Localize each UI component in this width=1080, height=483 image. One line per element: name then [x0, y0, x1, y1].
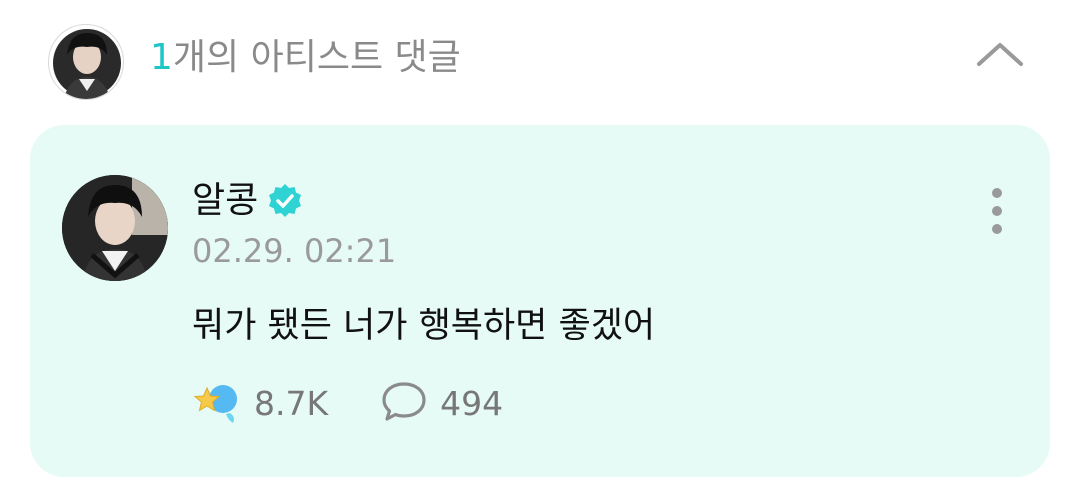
reaction-button[interactable]: 8.7K	[192, 377, 328, 431]
comment-actions: 8.7K 494	[192, 379, 503, 429]
artist-avatar	[48, 24, 124, 100]
reaction-count: 8.7K	[254, 384, 329, 423]
comment-timestamp: 02.29. 02:21	[192, 232, 397, 270]
verified-badge-icon	[266, 182, 304, 220]
artist-comments-title: 1개의 아티스트 댓글	[150, 33, 461, 83]
comment-author-row: 알콩	[192, 177, 304, 225]
artist-comment-card: 알콩 02.29. 02:21 뭐가 됐든 너가 행복하면 좋겠어 8.7K 4…	[30, 125, 1050, 477]
artist-comments-label: 개의 아티스트 댓글	[172, 37, 461, 78]
comment-author-name[interactable]: 알콩	[192, 177, 258, 225]
chevron-up-icon[interactable]	[970, 32, 1030, 82]
comment-text: 뭐가 됐든 너가 행복하면 좋겠어	[192, 306, 656, 346]
comment-author-avatar[interactable]	[62, 175, 168, 281]
reply-button[interactable]: 494	[380, 378, 503, 430]
reply-count: 494	[440, 384, 504, 423]
artist-comments-header[interactable]: 1개의 아티스트 댓글	[0, 0, 1080, 120]
star-reaction-icon	[192, 377, 242, 431]
artist-comment-count: 1	[150, 37, 173, 78]
comment-bubble-icon	[380, 378, 428, 430]
more-vertical-icon[interactable]	[980, 183, 1014, 239]
